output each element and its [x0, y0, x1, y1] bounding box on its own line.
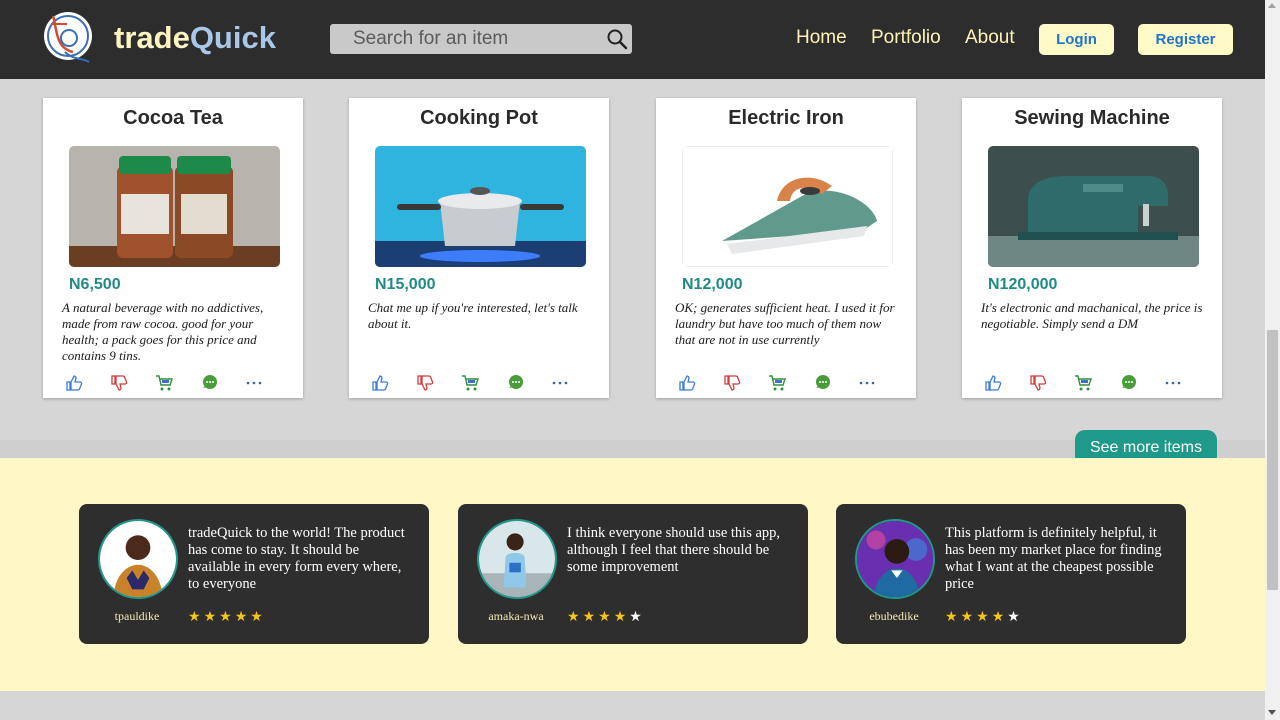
star-icon: ★ [203, 608, 220, 624]
scroll-up-arrow-icon[interactable] [1268, 3, 1276, 8]
search-input[interactable] [330, 24, 600, 54]
product-description: A natural beverage with no addictives, m… [62, 300, 264, 363]
product-description: It's electronic and machanical, the pric… [981, 300, 1203, 331]
user-avatar[interactable] [98, 519, 178, 599]
testimonial-username: amaka-nwa [488, 609, 544, 623]
star-icon: ★ [960, 608, 977, 624]
more-options-icon[interactable] [1164, 374, 1182, 392]
scroll-down-arrow-icon[interactable] [1268, 710, 1276, 715]
cart-icon[interactable] [768, 374, 786, 392]
product-description: OK; generates sufficient heat. I used it… [675, 300, 895, 347]
product-price: N15,000 [375, 276, 436, 293]
star-rating: ★★★★★ [567, 608, 645, 625]
testimonial-card: I think everyone should use this app, al… [458, 504, 808, 644]
star-rating: ★★★★★ [188, 608, 266, 625]
product-image[interactable] [682, 146, 893, 267]
brand-name-part2: Quick [189, 20, 276, 55]
testimonial-username: tpauldike [114, 609, 160, 623]
thumbs-up-icon[interactable] [65, 374, 83, 392]
thumbs-down-icon[interactable] [1029, 374, 1047, 392]
star-icon: ★ [1007, 608, 1023, 624]
login-button[interactable]: Login [1039, 24, 1114, 55]
testimonial-text: I think everyone should use this app, al… [567, 525, 781, 575]
more-options-icon[interactable] [858, 374, 876, 392]
user-avatar[interactable] [855, 519, 935, 599]
product-title: Sewing Machine [1014, 107, 1170, 129]
star-icon: ★ [250, 608, 266, 624]
star-icon: ★ [567, 608, 583, 624]
product-actions [65, 374, 281, 392]
thumbs-up-icon[interactable] [371, 374, 389, 392]
cart-icon[interactable] [1074, 374, 1092, 392]
star-icon: ★ [991, 608, 1008, 624]
star-icon: ★ [613, 608, 630, 624]
star-icon: ★ [629, 608, 645, 624]
thumbs-down-icon[interactable] [110, 374, 128, 392]
star-icon: ★ [976, 608, 992, 624]
product-card[interactable]: Cocoa Tea N6,500 A natural beverage with… [43, 98, 303, 398]
page-footer-band [0, 691, 1265, 720]
nav-about-link[interactable]: About [965, 27, 1015, 49]
product-title: Cocoa Tea [123, 107, 223, 129]
testimonial-card: This platform is definitely helpful, it … [836, 504, 1186, 644]
star-icon: ★ [234, 608, 251, 624]
page-scrollbar[interactable] [1265, 0, 1280, 720]
star-icon: ★ [188, 608, 204, 624]
thumbs-up-icon[interactable] [984, 374, 1002, 392]
product-actions [678, 374, 894, 392]
cart-icon[interactable] [461, 374, 479, 392]
product-title: Cooking Pot [420, 107, 538, 129]
product-card[interactable]: Sewing Machine N120,000 It's electronic … [962, 98, 1222, 398]
scroll-thumb[interactable] [1267, 330, 1278, 590]
product-price: N6,500 [69, 276, 121, 293]
testimonial-text: tradeQuick to the world! The product has… [188, 525, 405, 592]
chat-icon[interactable] [200, 374, 218, 392]
star-icon: ★ [945, 608, 961, 624]
star-icon: ★ [598, 608, 614, 624]
top-navbar: tradeQuick Home Portfolio About Login Re… [0, 0, 1265, 79]
brand-name-part1: trade [114, 20, 190, 55]
testimonials-section: tradeQuick to the world! The product has… [0, 458, 1265, 691]
search-bar [330, 24, 632, 54]
product-image[interactable] [69, 146, 280, 267]
chat-icon[interactable] [813, 374, 831, 392]
star-rating: ★★★★★ [945, 608, 1023, 625]
search-icon[interactable] [606, 28, 628, 50]
chat-icon[interactable] [506, 374, 524, 392]
product-price: N120,000 [988, 276, 1058, 293]
thumbs-down-icon[interactable] [723, 374, 741, 392]
product-title: Electric Iron [728, 107, 844, 129]
testimonial-card: tradeQuick to the world! The product has… [79, 504, 429, 644]
product-actions [984, 374, 1200, 392]
product-image[interactable] [988, 146, 1199, 267]
user-avatar[interactable] [477, 519, 557, 599]
product-description: Chat me up if you're interested, let's t… [368, 300, 578, 331]
thumbs-up-icon[interactable] [678, 374, 696, 392]
star-icon: ★ [219, 608, 235, 624]
register-button[interactable]: Register [1138, 24, 1233, 55]
nav-home-link[interactable]: Home [796, 27, 847, 49]
chat-icon[interactable] [1119, 374, 1137, 392]
tradequick-logo[interactable] [43, 8, 93, 64]
nav-portfolio-link[interactable]: Portfolio [871, 27, 941, 49]
product-actions [371, 374, 587, 392]
cart-icon[interactable] [155, 374, 173, 392]
product-image[interactable] [375, 146, 586, 267]
testimonial-username: ebubedike [869, 609, 919, 623]
testimonial-text: This platform is definitely helpful, it … [945, 525, 1162, 592]
thumbs-down-icon[interactable] [416, 374, 434, 392]
product-card[interactable]: Cooking Pot N15,000 Chat me up if you're… [349, 98, 609, 398]
product-price: N12,000 [682, 276, 743, 293]
more-options-icon[interactable] [245, 374, 263, 392]
product-card[interactable]: Electric Iron N12,000 OK; generates suff… [656, 98, 916, 398]
star-icon: ★ [582, 608, 599, 624]
more-options-icon[interactable] [551, 374, 569, 392]
brand-name[interactable]: tradeQuick [114, 20, 276, 56]
